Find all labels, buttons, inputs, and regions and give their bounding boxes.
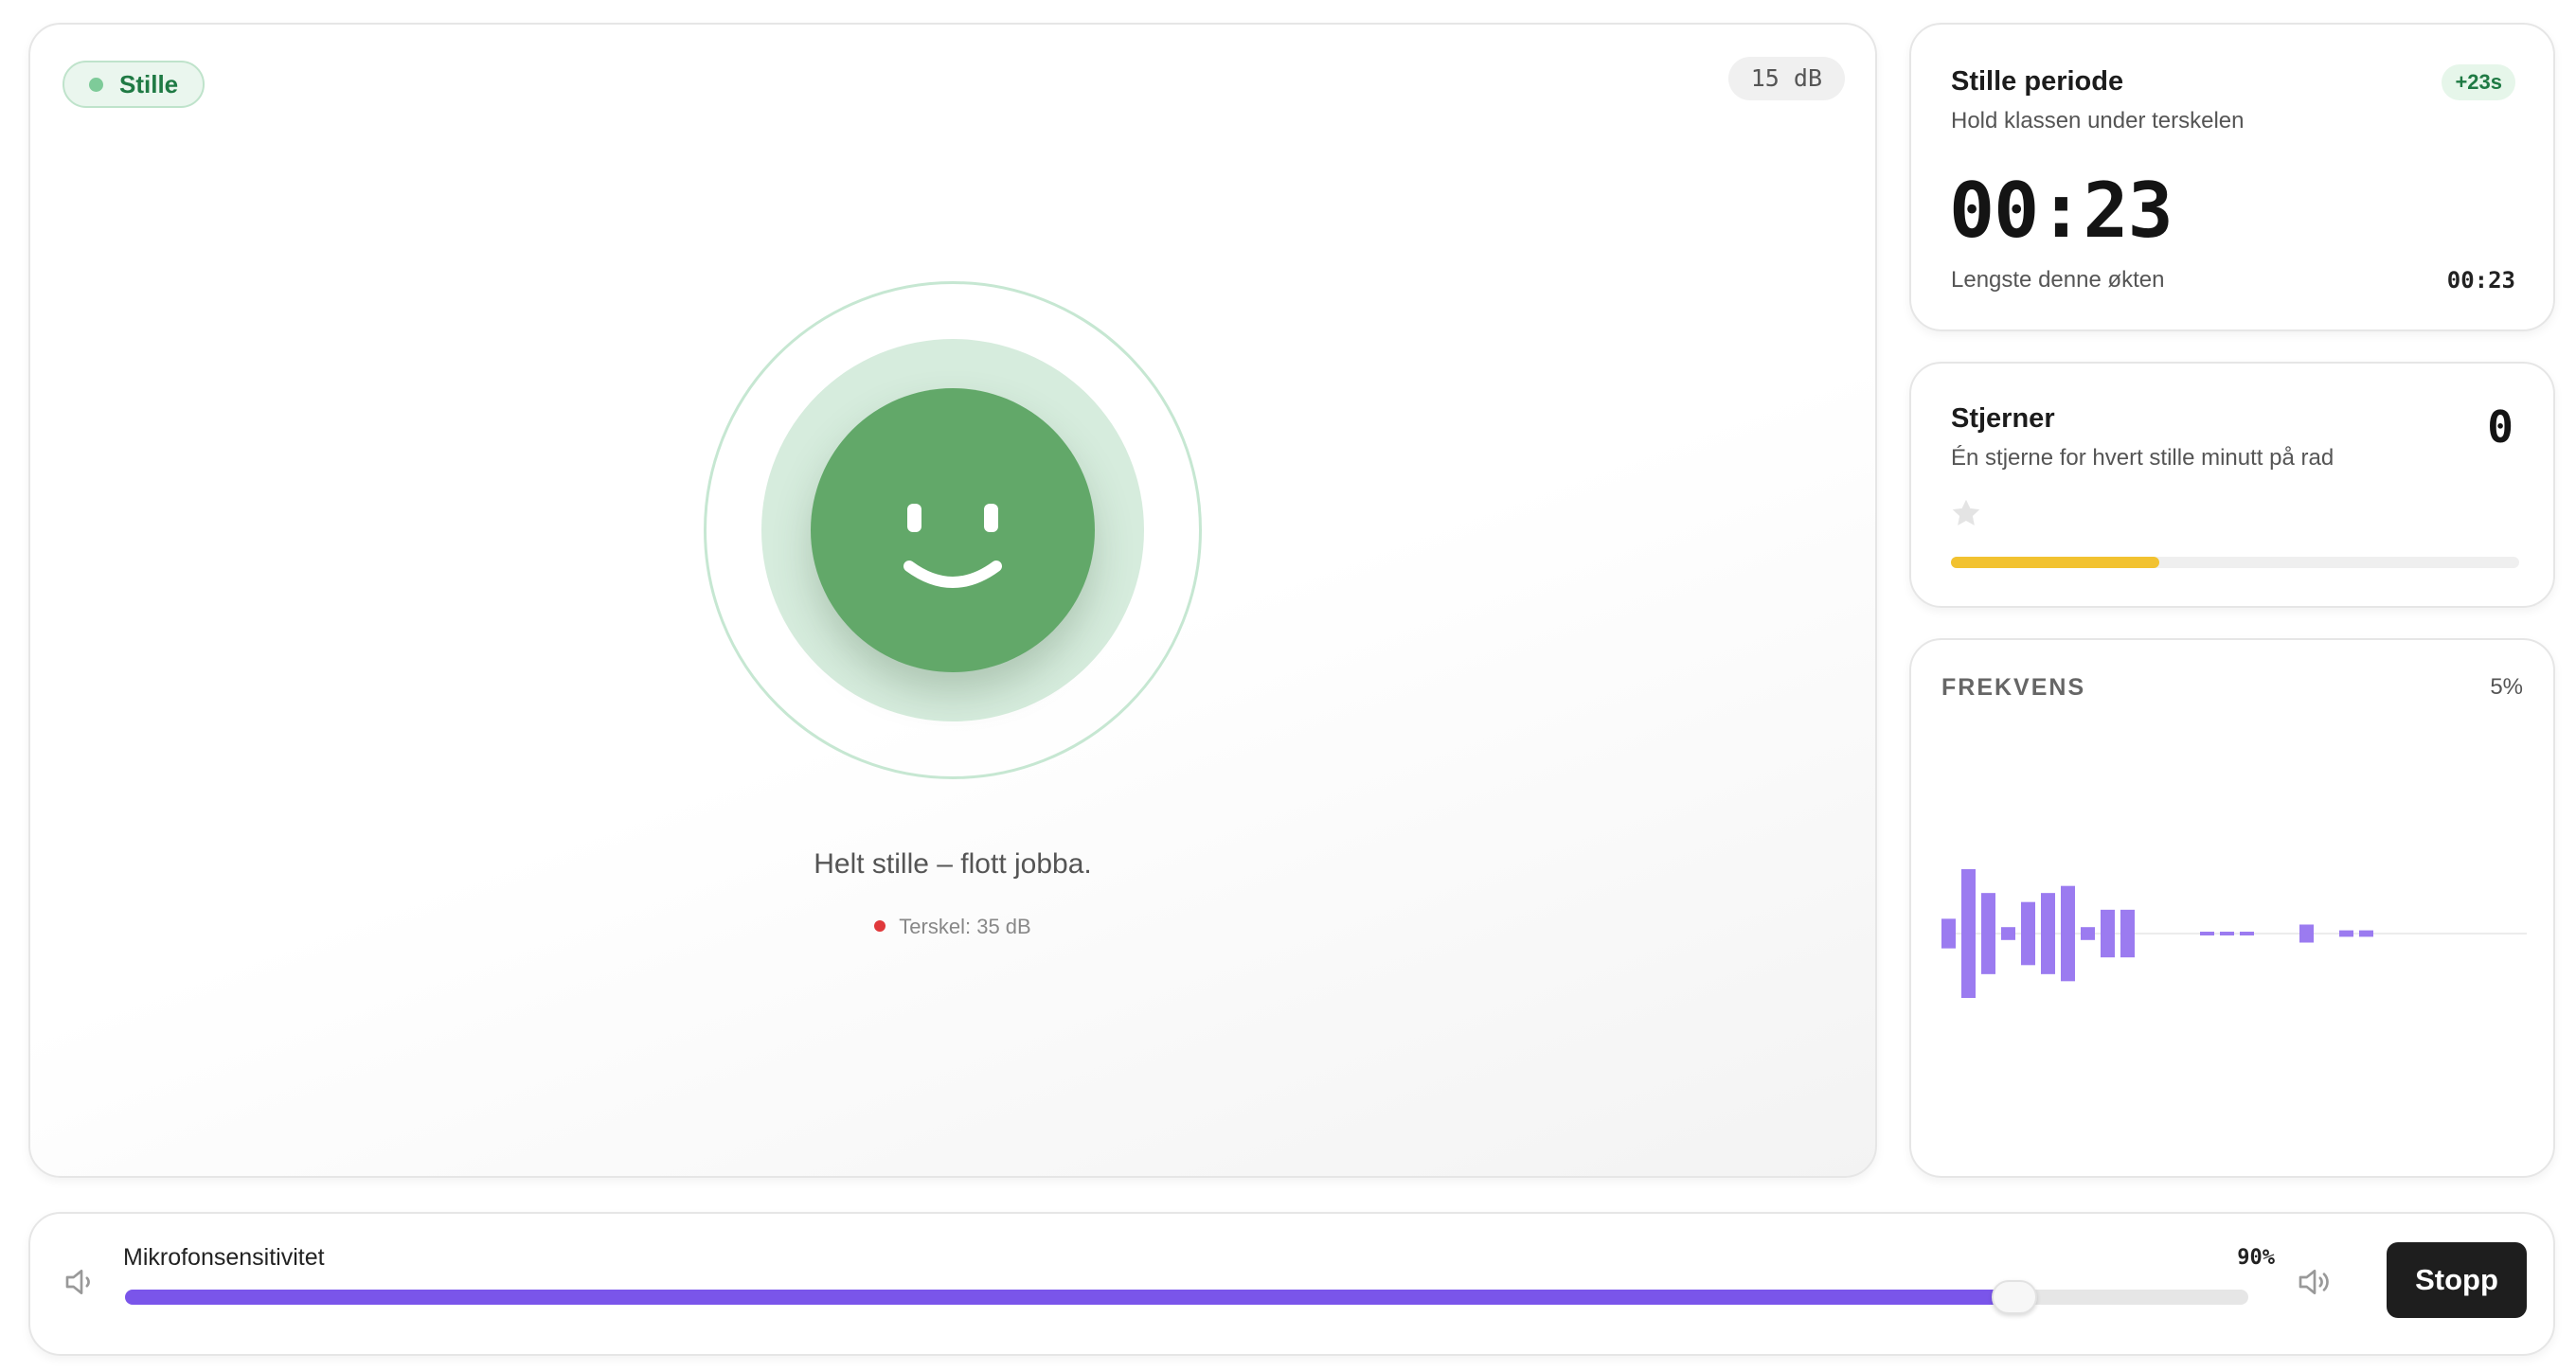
quiet-timer: 00:23 xyxy=(1949,167,2174,255)
star-progress-fill xyxy=(1951,557,2160,568)
slider-thumb[interactable] xyxy=(1992,1280,2038,1314)
star-progress-track xyxy=(1951,557,2519,568)
status-dot xyxy=(89,78,103,92)
frequency-bar xyxy=(2359,930,2373,937)
frequency-bar xyxy=(1941,918,1956,949)
frequency-bar xyxy=(2299,924,2314,943)
frequency-card: FREKVENS 5% xyxy=(1909,638,2555,1178)
stars-card: Stjerner Én stjerne for hvert stille min… xyxy=(1909,362,2555,608)
delta-badge: +23s xyxy=(2442,64,2515,100)
longest-label: Lengste denne økten xyxy=(1951,267,2165,293)
frequency-bar xyxy=(2101,909,2115,958)
stars-subtitle: Én stjerne for hvert stille minutt på ra… xyxy=(1951,445,2334,471)
smiley-face-icon xyxy=(811,388,1095,672)
frequency-bar xyxy=(2061,885,2075,982)
frequency-title: FREKVENS xyxy=(1941,674,2086,701)
frequency-percent: 5% xyxy=(2490,674,2523,700)
frequency-bar xyxy=(2200,932,2214,935)
frequency-bar xyxy=(2021,901,2035,966)
frequency-bar xyxy=(2081,927,2095,940)
slider-fill xyxy=(125,1290,2015,1305)
status-message: Helt stille – flott jobba. xyxy=(814,848,1092,880)
frequency-bar xyxy=(2041,893,2055,974)
volume-low-icon[interactable] xyxy=(63,1263,100,1306)
frequency-bar xyxy=(2240,932,2254,935)
volume-high-icon[interactable] xyxy=(2296,1263,2334,1306)
frequency-waveform xyxy=(1941,869,2527,998)
noise-meter-panel: Stille 15 dB Helt stille – flott jobba. … xyxy=(28,23,1877,1178)
quiet-period-subtitle: Hold klassen under terskelen xyxy=(1951,108,2245,134)
sensitivity-value: 90% xyxy=(2237,1246,2275,1270)
quiet-period-title: Stille periode xyxy=(1951,66,2124,97)
controls-bar: Mikrofonsensitivitet 90% Stopp xyxy=(28,1212,2555,1356)
frequency-bar xyxy=(1961,869,1976,998)
status-badge: Stille xyxy=(63,61,206,108)
star-icon xyxy=(1949,496,1983,535)
stars-title: Stjerner xyxy=(1951,403,2055,434)
frequency-bar xyxy=(2120,909,2135,958)
status-label: Stille xyxy=(119,70,179,98)
sensitivity-slider[interactable] xyxy=(125,1280,2248,1314)
frequency-bar xyxy=(1981,893,1995,974)
star-count: 0 xyxy=(2487,401,2513,453)
quiet-period-card: Stille periode Hold klassen under terske… xyxy=(1909,23,2555,331)
sensitivity-label: Mikrofonsensitivitet xyxy=(123,1244,325,1271)
frequency-bar xyxy=(2001,927,2015,940)
threshold-label: Terskel: 35 dB xyxy=(899,915,1031,938)
frequency-bar xyxy=(2339,930,2353,937)
frequency-bar xyxy=(2220,932,2234,935)
decibel-readout: 15 dB xyxy=(1727,57,1845,100)
threshold-dot xyxy=(874,920,886,932)
threshold-indicator: Terskel: 35 dB xyxy=(30,915,1875,939)
longest-value: 00:23 xyxy=(2446,267,2515,294)
stop-button[interactable]: Stopp xyxy=(2387,1242,2527,1318)
